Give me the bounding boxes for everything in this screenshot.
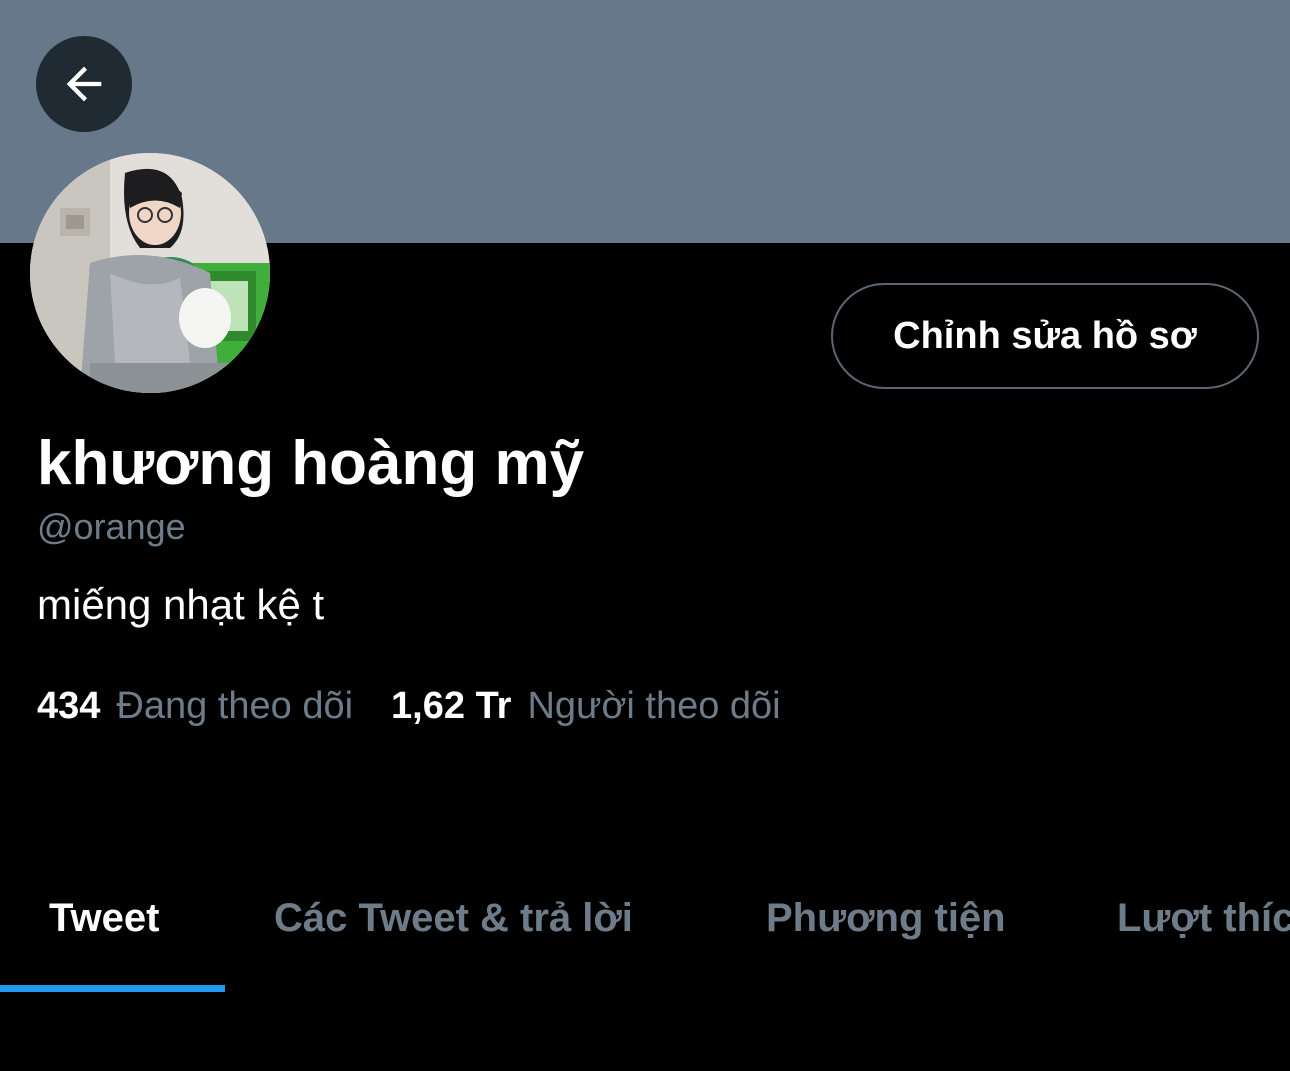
user-handle: @orange: [37, 506, 186, 547]
display-name: khương hoàng mỹ: [37, 429, 585, 498]
active-tab-indicator: [0, 985, 225, 992]
tab-tweets-replies[interactable]: Các Tweet & trả lời: [274, 894, 633, 942]
avatar-photo: [30, 153, 270, 393]
followers-label: Người theo dõi: [527, 685, 781, 727]
followers-count: 1,62 Tr: [391, 685, 512, 727]
tab-tweets[interactable]: Tweet: [49, 894, 159, 942]
avatar[interactable]: [30, 153, 270, 393]
following-link[interactable]: 434 Đang theo dõi: [37, 683, 353, 729]
profile-bio: miếng nhạt kệ t: [37, 581, 325, 628]
tab-media[interactable]: Phương tiện: [766, 894, 1006, 942]
edit-profile-button[interactable]: Chỉnh sửa hồ sơ: [831, 283, 1259, 389]
following-label: Đang theo dõi: [116, 685, 354, 727]
arrow-left-icon: [66, 66, 102, 102]
tab-likes[interactable]: Lượt thích: [1117, 894, 1290, 942]
back-button[interactable]: [36, 36, 132, 132]
profile-stats: 434 Đang theo dõi 1,62 Tr Người theo dõi: [37, 683, 781, 729]
followers-link[interactable]: 1,62 Tr Người theo dõi: [391, 683, 781, 729]
profile-tabs: Tweet Các Tweet & trả lời Phương tiện Lư…: [0, 870, 1290, 994]
following-count: 434: [37, 685, 101, 727]
